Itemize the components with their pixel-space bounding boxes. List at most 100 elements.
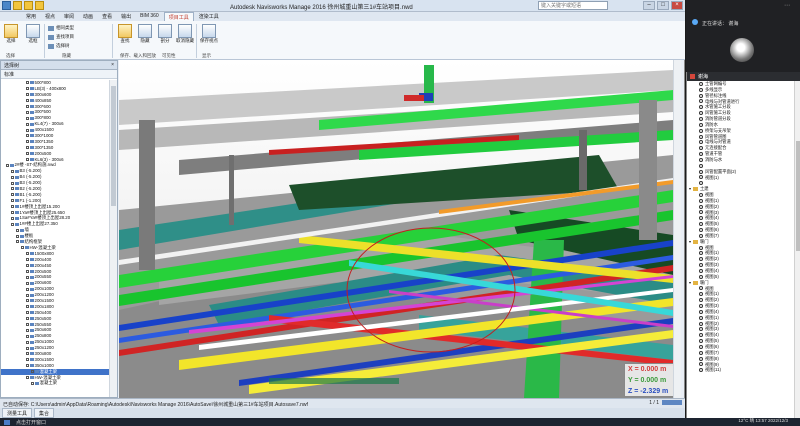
- expand-toggle-icon[interactable]: [26, 358, 29, 362]
- expand-toggle-icon[interactable]: [11, 187, 14, 191]
- expand-toggle-icon[interactable]: [26, 105, 29, 108]
- tab-sets[interactable]: 集合: [34, 408, 55, 418]
- weather-text: 12°C 晴: [738, 418, 755, 423]
- tree-scrollbar[interactable]: [109, 80, 117, 397]
- expand-toggle-icon[interactable]: [11, 169, 14, 173]
- minimize-button[interactable]: –: [643, 1, 655, 10]
- tab-output[interactable]: 输出: [117, 12, 135, 21]
- same-type-option[interactable]: 相同类型: [48, 25, 74, 31]
- tab-item-tools[interactable]: 项目工具: [163, 12, 194, 21]
- tree-scroll-thumb[interactable]: [111, 86, 116, 206]
- 3d-viewport[interactable]: X = 0.000 m Y = 0.000 m Z = -2.329 m: [119, 60, 673, 398]
- expand-toggle-icon[interactable]: [6, 163, 9, 167]
- expand-toggle-icon[interactable]: [26, 281, 29, 285]
- sections-button[interactable]: 剖分: [158, 24, 172, 44]
- viewpoints-panel: 谢海 土管网编号 多线显示 管径标注线 电线与对管道进行 水管施工分段 风管施工分段 消防管…: [686, 72, 800, 418]
- app-menu-icon[interactable]: [2, 1, 11, 10]
- expand-toggle-icon[interactable]: [16, 228, 19, 232]
- expand-toggle-icon[interactable]: [26, 116, 29, 120]
- layer-icon: [35, 370, 39, 374]
- expand-toggle-icon[interactable]: [26, 269, 29, 273]
- expand-toggle-icon[interactable]: [21, 246, 24, 250]
- tree-node[interactable]: 混凝土梁: [1, 380, 109, 386]
- select-button[interactable]: 选择: [4, 24, 18, 44]
- expand-toggle-icon[interactable]: [26, 352, 29, 356]
- viewport-scrollbar[interactable]: [673, 60, 681, 398]
- maximize-button[interactable]: □: [657, 1, 669, 10]
- expand-toggle-icon[interactable]: [26, 287, 29, 291]
- expand-toggle-icon[interactable]: [11, 211, 14, 215]
- expand-toggle-icon[interactable]: [26, 252, 29, 256]
- expand-toggle-icon[interactable]: [26, 340, 29, 344]
- tab-viewpoint[interactable]: 视点: [41, 12, 59, 21]
- find-item-option[interactable]: 查找项目: [48, 34, 74, 40]
- expand-toggle-icon[interactable]: [26, 264, 29, 268]
- expand-toggle-icon[interactable]: [26, 346, 29, 350]
- expand-toggle-icon[interactable]: [31, 381, 34, 385]
- more-options-icon[interactable]: ⋯: [784, 2, 790, 9]
- tab-bim360[interactable]: BIM 360: [136, 12, 163, 21]
- expand-toggle-icon[interactable]: [26, 87, 29, 91]
- expand-toggle-icon[interactable]: [26, 99, 29, 103]
- expand-toggle-icon[interactable]: [26, 140, 29, 144]
- tab-review[interactable]: 审阅: [60, 12, 78, 21]
- expand-toggle-icon[interactable]: [26, 375, 29, 379]
- expand-toggle-icon[interactable]: [11, 222, 14, 226]
- viewpoints-scroll-thumb[interactable]: [796, 141, 800, 251]
- selection-tree-option[interactable]: 选择树: [48, 43, 70, 49]
- expand-toggle-icon[interactable]: [26, 81, 29, 85]
- unhide-button[interactable]: 取消隐藏: [176, 24, 194, 44]
- expand-toggle-icon[interactable]: [26, 128, 29, 132]
- expand-toggle-icon[interactable]: [16, 234, 19, 238]
- box-select-button[interactable]: 选框: [26, 24, 40, 44]
- expand-toggle-icon[interactable]: [26, 364, 29, 368]
- expand-toggle-icon[interactable]: [26, 152, 29, 156]
- expand-toggle-icon[interactable]: [11, 205, 14, 209]
- layer-icon: [30, 258, 34, 262]
- expand-toggle-icon[interactable]: [11, 175, 14, 179]
- tab-animation[interactable]: 动画: [79, 12, 97, 21]
- expand-toggle-icon[interactable]: [11, 193, 14, 197]
- expand-toggle-icon[interactable]: [26, 110, 29, 114]
- expand-toggle-icon[interactable]: [26, 317, 29, 321]
- tab-measure-tools[interactable]: 测量工具: [2, 408, 33, 418]
- hide-button[interactable]: 隐藏: [138, 24, 152, 44]
- expand-toggle-icon[interactable]: [26, 299, 29, 303]
- tab-home[interactable]: 常用: [22, 12, 40, 21]
- expand-toggle-icon[interactable]: [26, 305, 29, 309]
- expand-toggle-icon[interactable]: [26, 311, 29, 315]
- expand-toggle-icon[interactable]: [26, 322, 29, 326]
- save-viewpoint-button[interactable]: 保存视点: [200, 24, 218, 44]
- sections-label: 剖分: [160, 38, 170, 43]
- expand-toggle-icon[interactable]: [31, 370, 34, 374]
- expand-toggle-icon[interactable]: [26, 122, 29, 126]
- expand-toggle-icon[interactable]: [26, 293, 29, 297]
- tab-view[interactable]: 查看: [98, 12, 116, 21]
- expand-toggle-icon[interactable]: [16, 240, 19, 244]
- expand-toggle-icon[interactable]: [26, 93, 29, 97]
- expand-toggle-icon[interactable]: [26, 258, 29, 262]
- tree-filter-select[interactable]: 标准: [1, 70, 117, 79]
- expand-toggle-icon[interactable]: [26, 275, 29, 279]
- expand-toggle-icon[interactable]: [11, 199, 14, 203]
- open-file-icon[interactable]: [13, 1, 22, 10]
- expand-toggle-icon[interactable]: [26, 328, 29, 332]
- viewpoint-item[interactable]: 视图(11): [687, 367, 800, 373]
- tab-render-tools[interactable]: 渲染工具: [195, 12, 223, 21]
- taskbar-label[interactable]: 点击打开窗口: [16, 419, 46, 426]
- save-icon[interactable]: [24, 1, 33, 10]
- viewpoints-scrollbar[interactable]: [794, 81, 800, 418]
- expand-toggle-icon[interactable]: [11, 216, 14, 220]
- close-button[interactable]: ×: [671, 1, 683, 10]
- close-icon[interactable]: ×: [111, 62, 114, 68]
- expand-toggle-icon[interactable]: [26, 134, 29, 138]
- expand-toggle-icon[interactable]: [26, 146, 29, 150]
- group-label-display: 显示: [202, 53, 211, 58]
- undo-icon[interactable]: [35, 1, 44, 10]
- start-icon[interactable]: [4, 419, 10, 425]
- help-search-input[interactable]: 键入关键字或短语: [538, 1, 608, 10]
- expand-toggle-icon[interactable]: [26, 158, 29, 162]
- expand-toggle-icon[interactable]: [11, 181, 14, 185]
- expand-toggle-icon[interactable]: [26, 334, 29, 338]
- find-button[interactable]: 查找: [118, 24, 132, 44]
